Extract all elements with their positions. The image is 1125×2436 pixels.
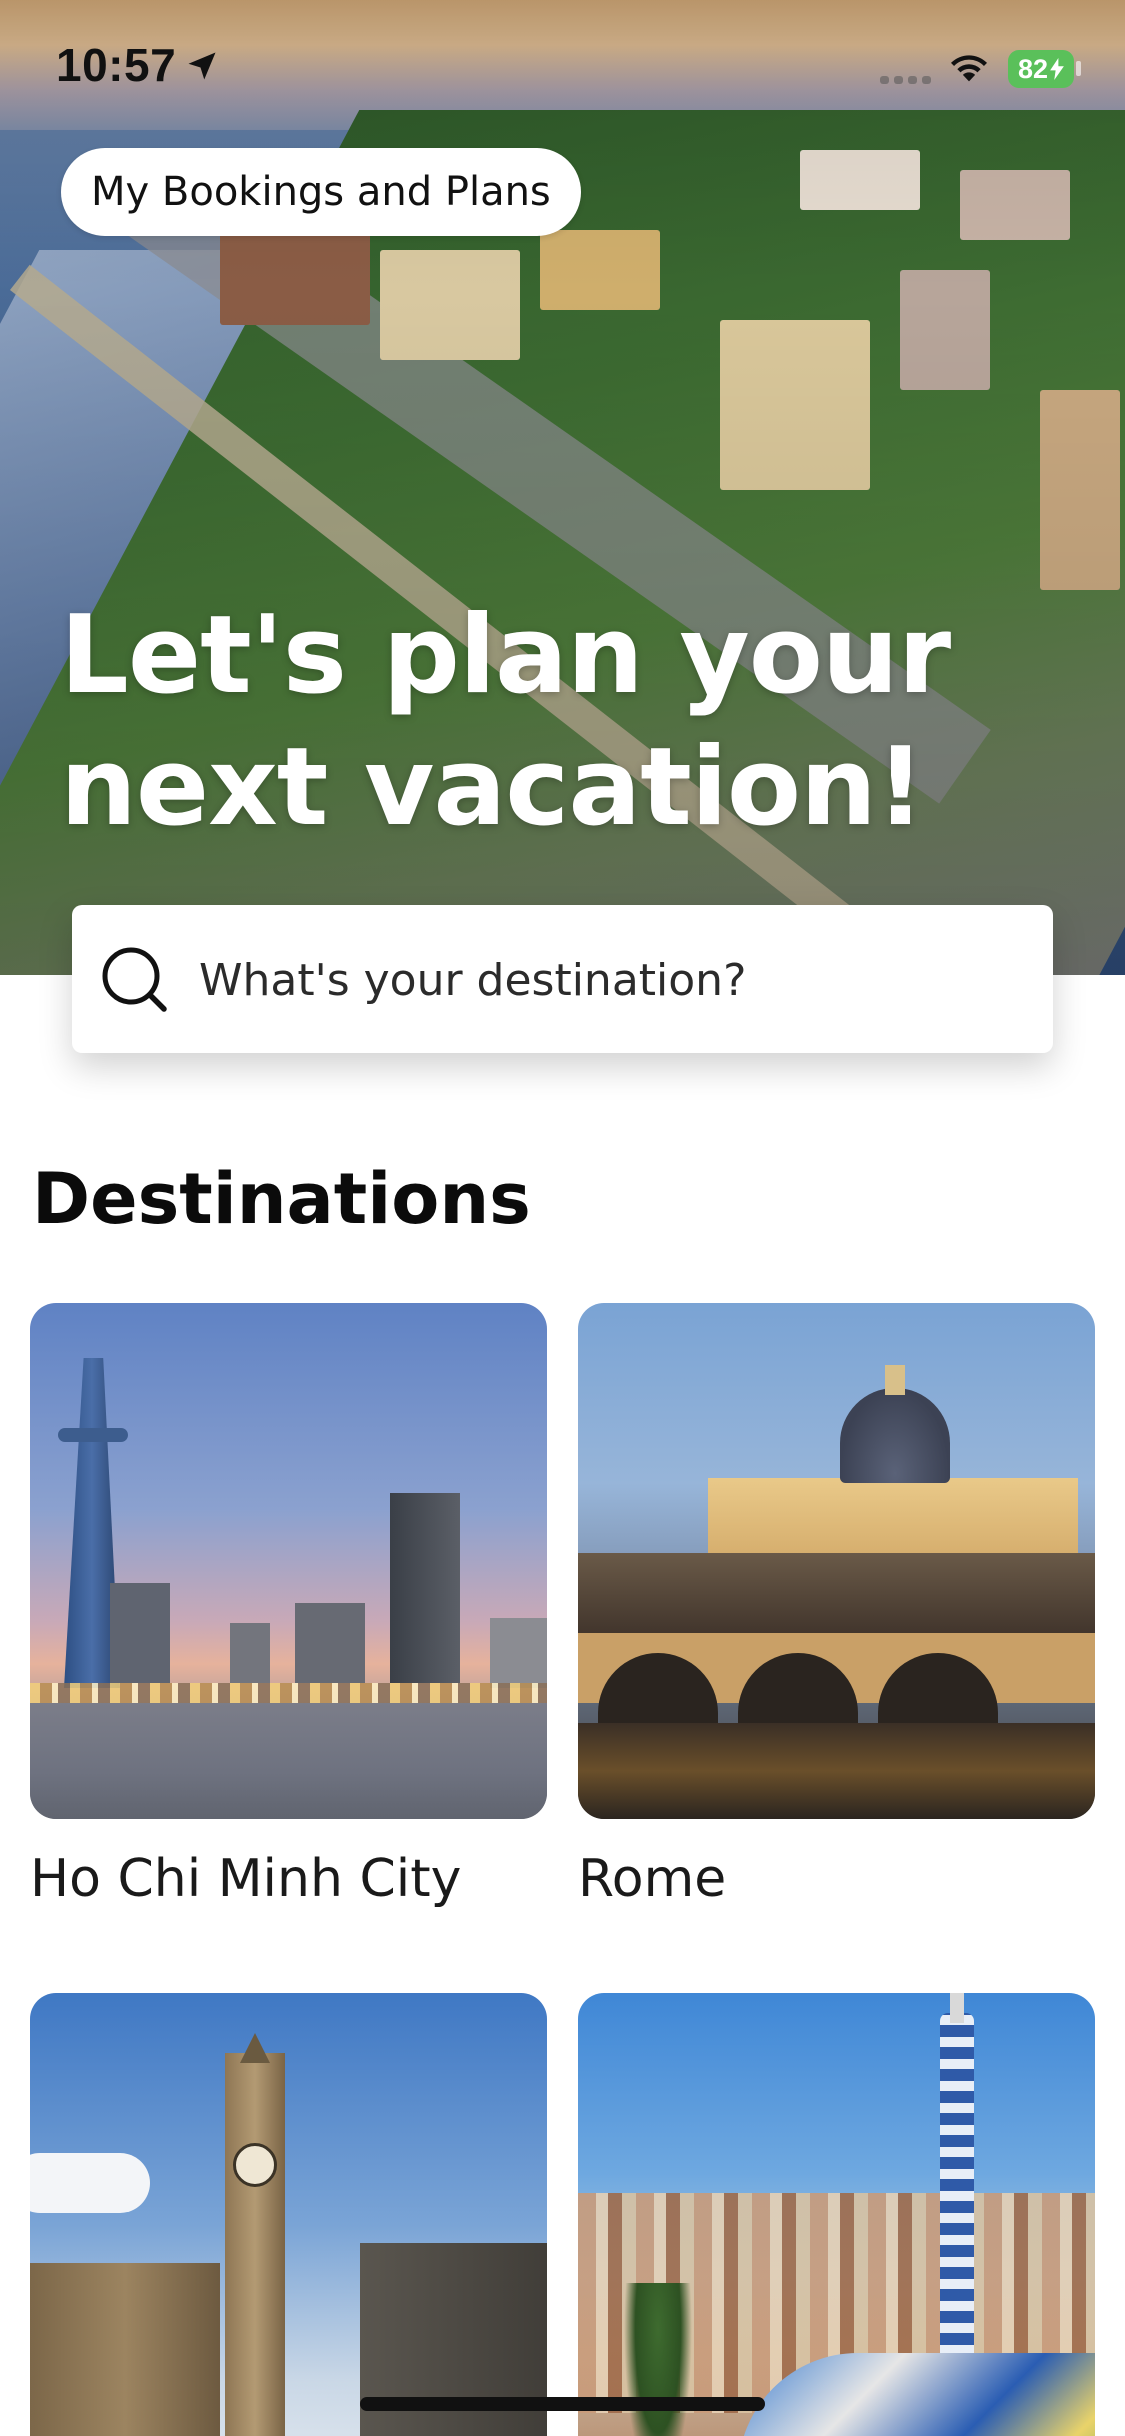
status-bar: 10:57 82 (0, 0, 1125, 130)
hero-title-line-1: Let's plan your (60, 593, 951, 718)
charging-bolt-icon (1050, 58, 1064, 80)
destination-image-ho-chi-minh-city (30, 1303, 547, 1819)
destination-label: Rome (578, 1849, 727, 1909)
destinations-title: Destinations (32, 1158, 531, 1240)
search-placeholder: What's your destination? (199, 955, 747, 1006)
destination-image-london (30, 1993, 547, 2436)
home-indicator[interactable] (360, 2397, 765, 2411)
destination-card-london[interactable] (30, 1993, 547, 2436)
destination-image-rome (578, 1303, 1095, 1819)
status-time: 10:57 (56, 39, 177, 91)
my-bookings-button[interactable]: My Bookings and Plans (61, 148, 581, 236)
battery-tip (1076, 61, 1081, 76)
destination-card-barcelona[interactable] (578, 1993, 1095, 2436)
battery-icon: 82 (1008, 50, 1074, 88)
location-arrow-icon (188, 52, 216, 80)
search-icon (102, 947, 167, 1012)
my-bookings-label: My Bookings and Plans (91, 169, 551, 215)
hero-title: Let's plan your next vacation! (60, 590, 1080, 854)
destination-card-ho-chi-minh-city[interactable]: Ho Chi Minh City (30, 1303, 547, 1909)
destination-card-rome[interactable]: Rome (578, 1303, 1095, 1909)
destination-label: Ho Chi Minh City (30, 1849, 462, 1909)
destination-search-input[interactable]: What's your destination? (72, 905, 1053, 1053)
destination-image-barcelona (578, 1993, 1095, 2436)
cellular-signal-icon (880, 76, 931, 84)
battery-level: 82 (1017, 53, 1049, 84)
hero-title-line-2: next vacation! (60, 725, 925, 850)
wifi-icon (950, 55, 988, 82)
